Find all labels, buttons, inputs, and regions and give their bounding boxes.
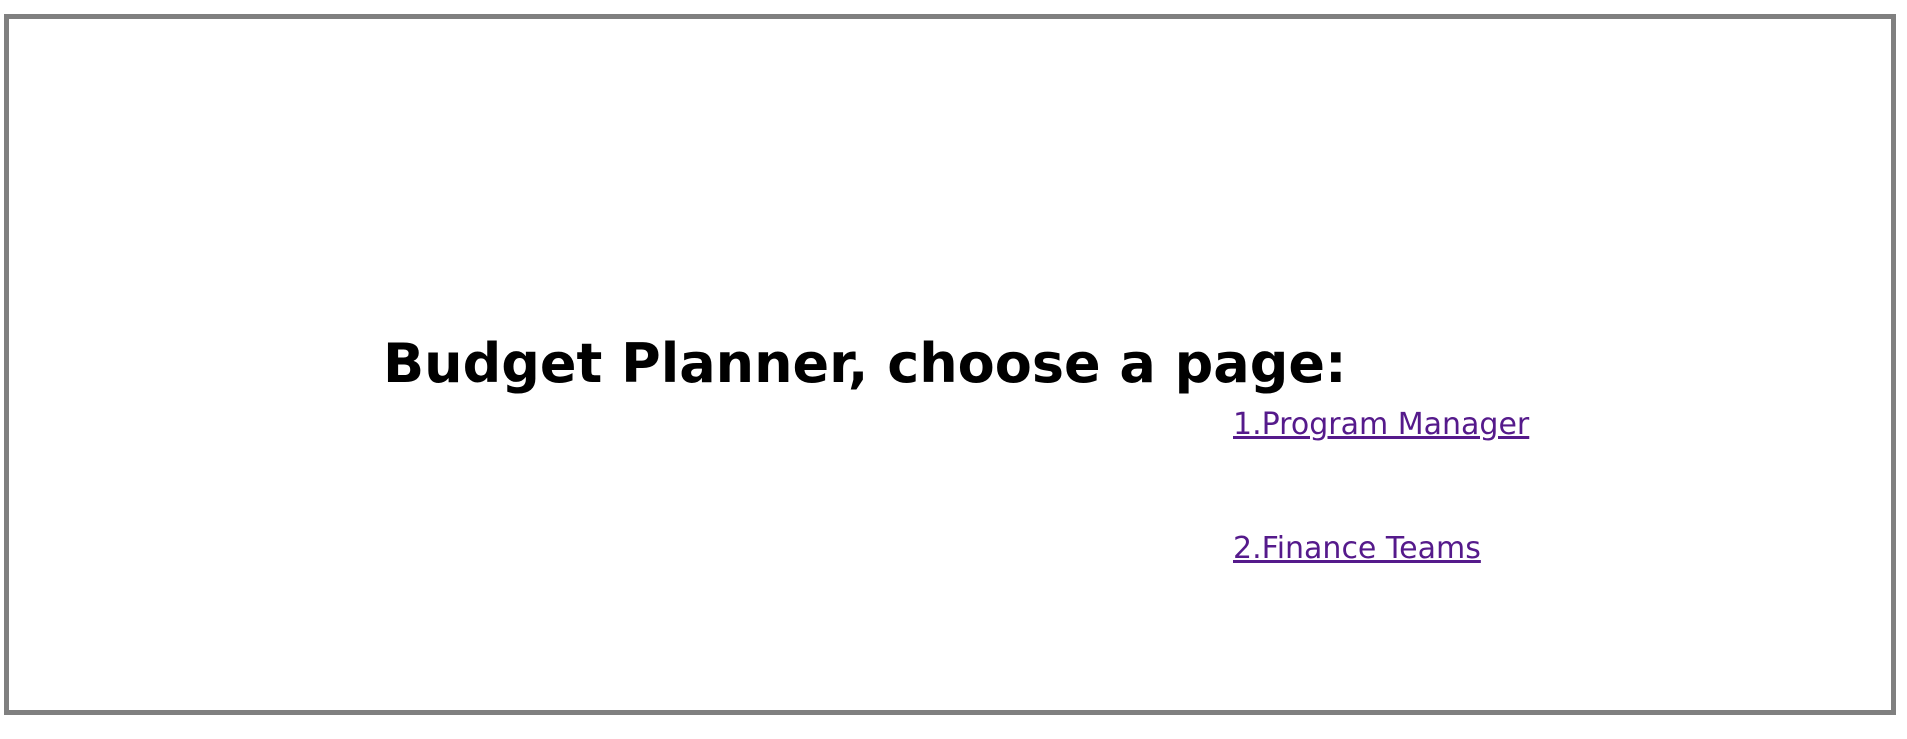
program-manager-link[interactable]: 1.Program Manager	[1233, 410, 1529, 440]
page-frame: Budget Planner, choose a page: 1.Program…	[4, 14, 1896, 715]
finance-teams-link[interactable]: 2.Finance Teams	[1233, 534, 1481, 564]
page-title: Budget Planner, choose a page:	[383, 332, 1347, 395]
